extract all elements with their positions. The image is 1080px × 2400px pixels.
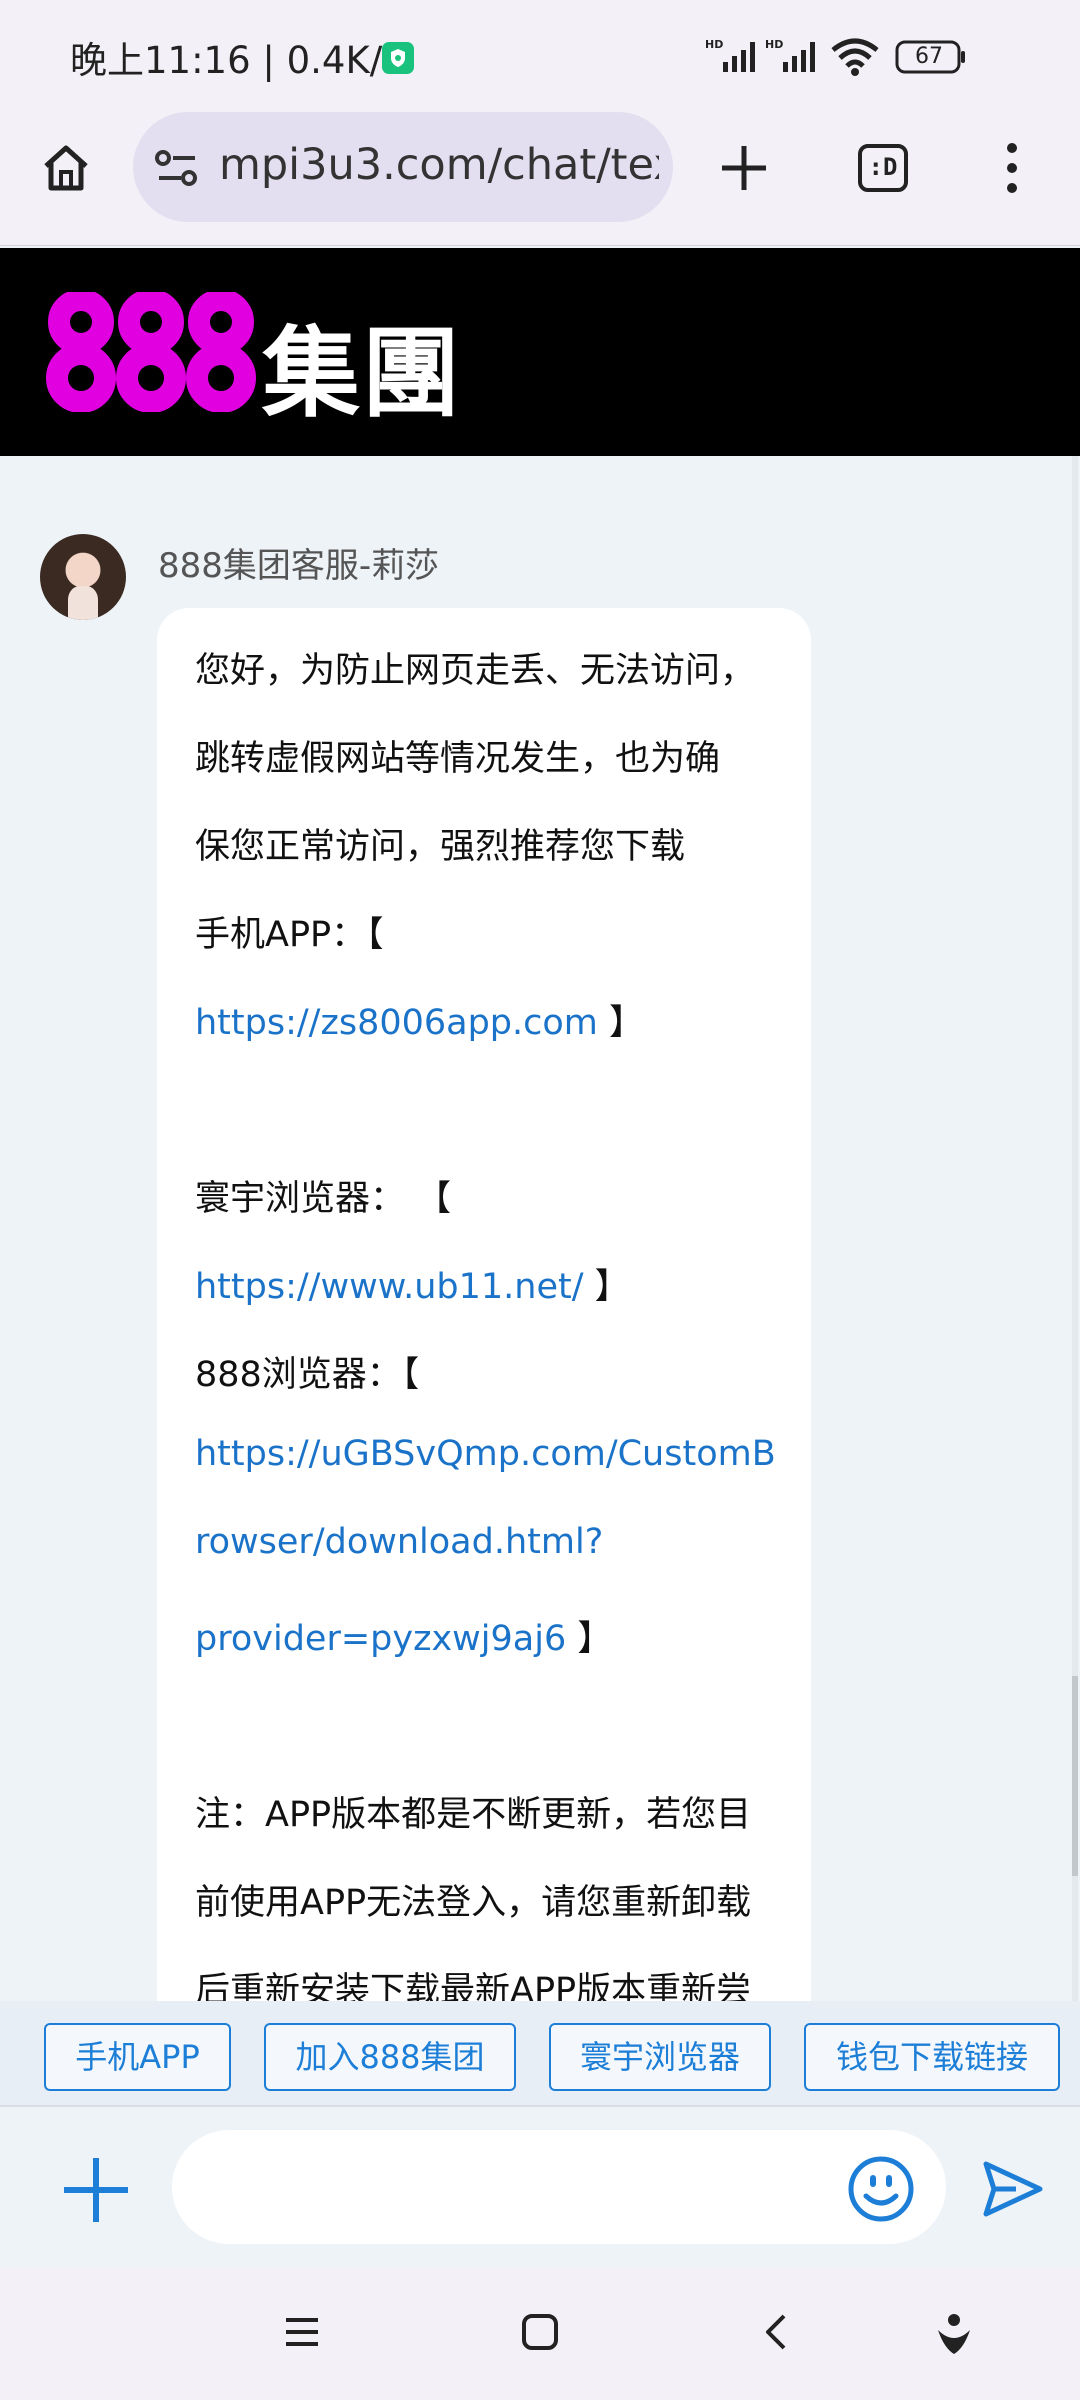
emoji-icon[interactable] [846,2154,916,2224]
message-link-line: rowser/download.html? [195,1522,603,1562]
message-link[interactable]: rowser/download.html? [195,1522,603,1562]
message-bubble: 您好，为防止网页走丢、无法访问， 跳转虚假网站等情况发生，也为确 保您正常访问，强烈… [157,608,811,2001]
message-link-line: https://www.ub11.net/ 】 [195,1258,630,1309]
message-text: 手机APP：【 [195,915,384,955]
message-bracket: 】 [597,1003,645,1043]
message-text-line: 保您正常访问，强烈推荐您下载 [195,818,685,869]
message-text-line: 寰宇浏览器： 【 [195,1170,451,1221]
message-link-line: https://zs8006app.com 】 [195,994,644,1045]
message-bracket: 】 [566,1619,613,1659]
battery-level: 67 [915,44,943,69]
wifi-icon [831,38,879,76]
message-link-line: https://uGBSvQmp.com/CustomB [195,1434,776,1474]
message-text: 888浏览器：【 [195,1355,420,1395]
site-header: 集團 [0,248,1080,456]
message-text: 您好，为防止网页走丢、无法访问， [195,651,756,691]
agent-name: 888集团客服-莉莎 [158,546,440,586]
status-time-speed: 晚上11:16 | 0.4K/s [70,39,402,82]
quick-reply-button[interactable]: 手机APP [44,2023,231,2091]
quick-reply-button[interactable]: 钱包下载链接 [804,2023,1060,2091]
message-text: 后重新安装下载最新APP版本重新尝 [195,1971,752,2001]
message-input[interactable] [172,2130,946,2244]
avatar [40,534,126,620]
message-bracket: 】 [583,1267,630,1307]
message-text: 寰宇浏览器： 【 [195,1179,452,1219]
browser-toolbar: mpi3u3.com/chat/text :D [0,112,1080,246]
message-text: 保您正常访问，强烈推荐您下载 [195,827,686,867]
plus-icon[interactable] [62,2156,130,2224]
chat-area[interactable]: 888集团客服-莉莎 您好，为防止网页走丢、无法访问， 跳转虚假网站等情况发生，也… [0,456,1080,2001]
home-icon[interactable] [38,140,94,196]
svg-text:HD: HD [765,38,783,51]
message-text-line: 888浏览器：【 [195,1346,419,1397]
more-menu-icon[interactable] [992,140,1032,196]
back-icon[interactable] [758,2312,798,2352]
message-link[interactable]: https://uGBSvQmp.com/CustomB [195,1434,776,1474]
message-text: 注：APP版本都是不断更新，若您目 [195,1795,752,1835]
new-tab-icon[interactable] [716,140,772,196]
input-bar [0,2108,1080,2268]
status-bar: 晚上11:16 | 0.4K/s HD HD 67 [0,0,1080,112]
address-bar[interactable]: mpi3u3.com/chat/text [133,112,673,222]
url-text[interactable]: mpi3u3.com/chat/text [219,140,659,190]
menu-icon[interactable] [282,2312,322,2352]
message-text-line: 您好，为防止网页走丢、无法访问， [195,642,755,693]
home-nav-icon[interactable] [520,2312,560,2352]
assistant-icon[interactable] [934,2312,974,2356]
signal-icon: HD [765,38,815,72]
message-text-line: 前使用APP无法登入，请您重新卸载 [195,1874,751,1925]
logo-text: 集團 [262,317,463,431]
message-text-line: 手机APP：【 [195,906,384,957]
message-text-line: 跳转虚假网站等情况发生，也为确 [195,730,720,781]
system-nav-bar [0,2268,1080,2400]
quick-reply-button[interactable]: 寰宇浏览器 [549,2023,771,2091]
message-text: 前使用APP无法登入，请您重新卸载 [195,1883,752,1923]
site-settings-icon[interactable] [155,148,199,188]
logo-888 [46,292,256,412]
send-icon[interactable] [980,2158,1046,2220]
message-link[interactable]: https://zs8006app.com [195,1003,598,1043]
scrollbar-thumb[interactable] [1072,1676,1078,1876]
message-text-line: 注：APP版本都是不断更新，若您目 [195,1786,751,1837]
signal-icon: HD [705,38,755,72]
quick-reply-bar: 手机APP 加入888集团 寰宇浏览器 钱包下载链接 [0,2001,1080,2107]
shield-icon [382,42,414,74]
message-text: 跳转虚假网站等情况发生，也为确 [195,739,721,779]
message-text-line: 后重新安装下载最新APP版本重新尝 [195,1962,751,2001]
message-link[interactable]: provider=pyzxwj9aj6 [195,1619,566,1659]
message-link[interactable]: https://www.ub11.net/ [195,1267,584,1307]
tab-switcher-button[interactable]: :D [858,144,908,192]
quick-reply-button[interactable]: 加入888集团 [264,2023,516,2091]
svg-text:HD: HD [705,38,723,51]
message-link-line: provider=pyzxwj9aj6 】 [195,1610,612,1661]
